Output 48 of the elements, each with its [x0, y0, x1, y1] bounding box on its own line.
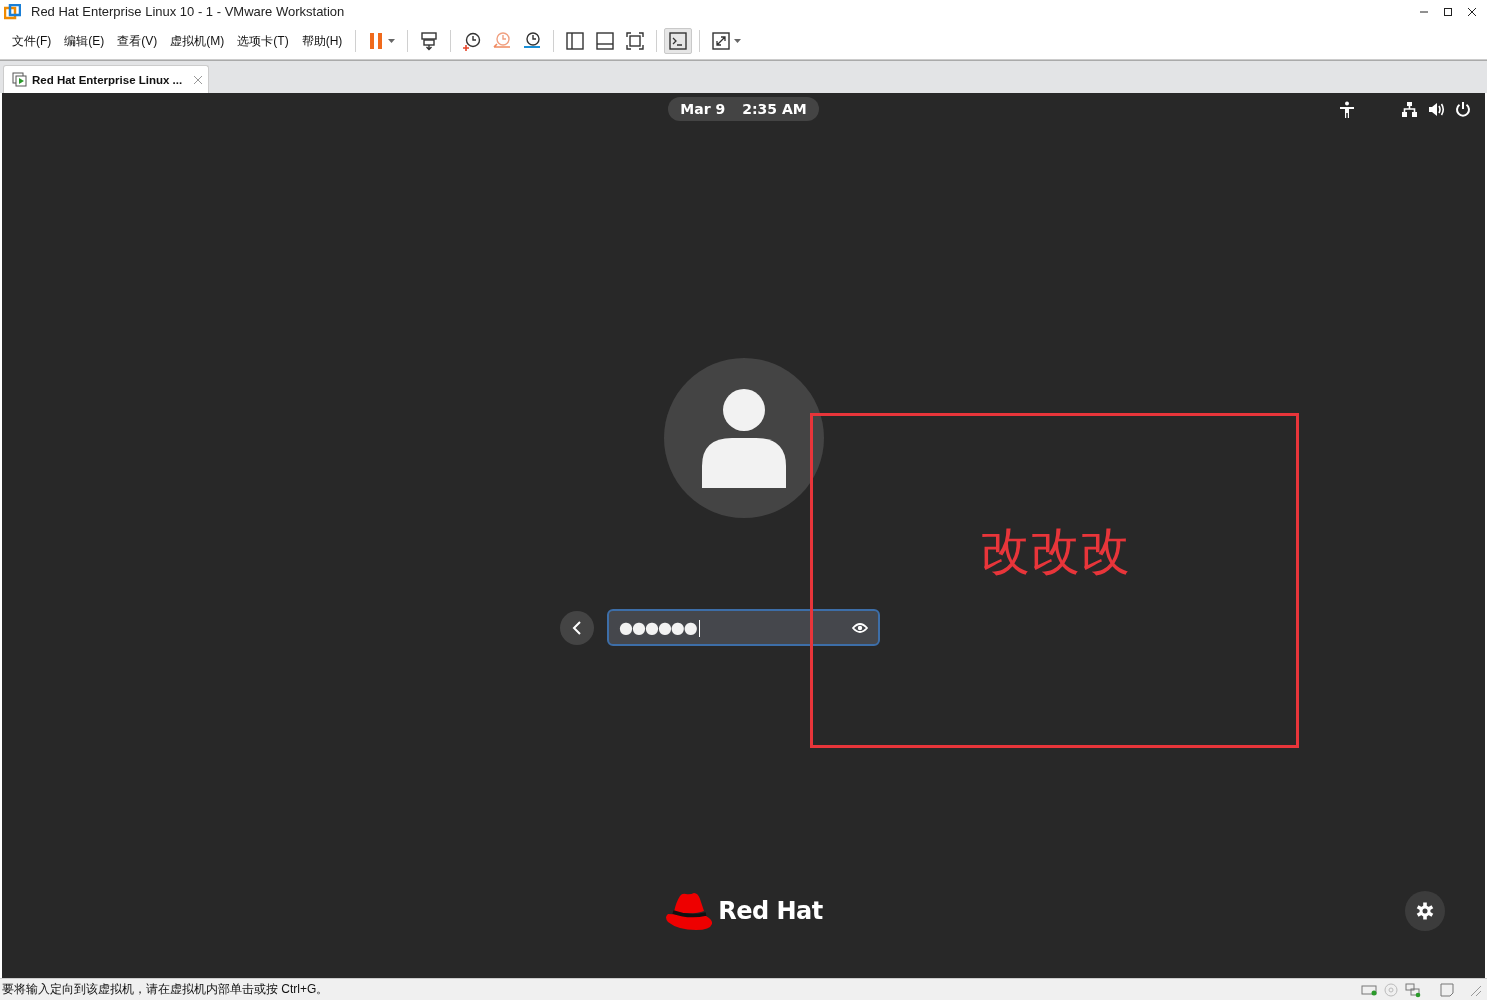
pause-icon — [368, 32, 385, 50]
annotation-text: 改改改 — [979, 521, 1130, 582]
show-password-button[interactable] — [852, 620, 868, 635]
vm-play-icon — [12, 72, 27, 87]
caret-icon — [388, 39, 396, 43]
frame-icon — [626, 32, 645, 50]
eye-icon — [852, 620, 868, 635]
hat-logo-icon — [664, 892, 715, 930]
message-icon — [1439, 981, 1455, 998]
close-icon — [193, 74, 204, 85]
network-icon — [1401, 101, 1418, 118]
time-text: 2:35 AM — [742, 101, 807, 117]
settings-button[interactable] — [1405, 891, 1445, 931]
password-field[interactable]: ●●●●●● — [607, 609, 880, 646]
close-button[interactable] — [1467, 6, 1477, 17]
terminal-icon — [669, 32, 688, 50]
network-adapter-icon — [1405, 981, 1421, 998]
accessibility-icon — [1339, 101, 1355, 118]
menu-item[interactable]: 文件(F) — [6, 29, 58, 53]
maximize-button[interactable] — [1443, 6, 1453, 17]
caret-icon — [734, 39, 742, 43]
sidebar-icon — [566, 32, 585, 50]
clock-arrow-icon — [493, 31, 512, 51]
maximize-icon — [1443, 6, 1453, 17]
chevron-left-icon — [571, 619, 583, 636]
menu-item[interactable]: 编辑(E) — [58, 29, 111, 53]
settings-icon — [1416, 902, 1434, 920]
date-text: Mar 9 — [680, 101, 726, 117]
window-title: Red Hat Enterprise Linux 10 - 1 - VMware Workstation — [31, 4, 345, 19]
menu-item[interactable]: 帮助(H) — [295, 29, 349, 53]
menu-item[interactable]: 选项卡(T) — [231, 29, 295, 53]
vm-tab[interactable]: Red Hat Enterprise Linux ... — [3, 65, 210, 93]
status-message: 要将输入定向到该虚拟机，请在虚拟机内部单击或按 Ctrl+G。 — [2, 981, 329, 998]
panel-icon — [596, 32, 615, 50]
menu-item[interactable]: 虚拟机(M) — [164, 29, 231, 53]
clock-plus-icon — [463, 31, 482, 51]
console-view-button[interactable] — [664, 28, 693, 54]
logo-text: Red Hat — [718, 897, 823, 925]
volume-icon — [1428, 101, 1445, 118]
back-button[interactable] — [560, 610, 594, 645]
menu-item[interactable]: 查看(V) — [111, 29, 164, 53]
power-icon — [1455, 101, 1471, 118]
expand-icon — [712, 32, 731, 50]
app-logo-icon — [4, 3, 21, 20]
disc-icon — [1383, 981, 1399, 998]
close-icon — [1467, 6, 1477, 17]
clock-pill[interactable]: Mar 9 2:35 AM — [668, 97, 819, 121]
person-icon — [701, 388, 786, 488]
